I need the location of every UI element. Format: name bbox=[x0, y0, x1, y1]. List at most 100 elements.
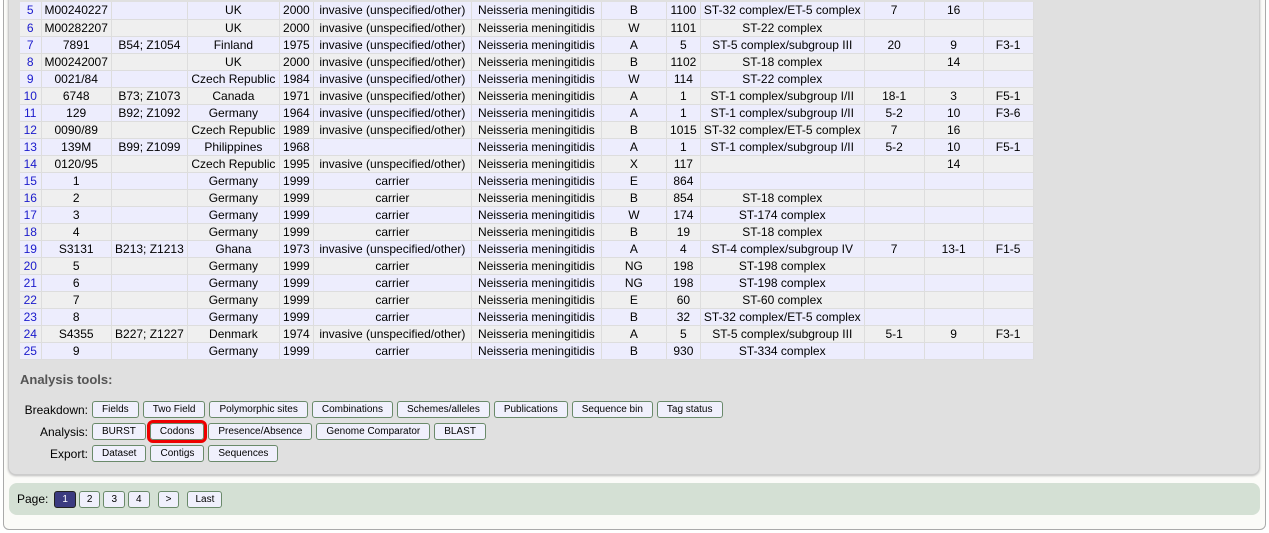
table-cell: Ghana bbox=[187, 240, 280, 258]
table-cell bbox=[111, 70, 188, 88]
table-cell: invasive (unspecified/other) bbox=[313, 325, 472, 343]
table-cell bbox=[111, 53, 188, 71]
table-cell: Neisseria meningitidis bbox=[471, 155, 602, 173]
record-id-link[interactable]: 21 bbox=[20, 274, 42, 292]
table-cell: 4 bbox=[666, 240, 701, 258]
table-cell bbox=[983, 70, 1034, 88]
table-cell: ST-5 complex/subgroup III bbox=[700, 325, 865, 343]
table-cell bbox=[983, 257, 1034, 275]
genome-comparator-button[interactable]: Genome Comparator bbox=[316, 423, 431, 440]
analysis-tools-title: Analysis tools: bbox=[20, 372, 113, 387]
next-page-button[interactable]: > bbox=[157, 490, 180, 508]
table-cell: 7 bbox=[864, 2, 925, 20]
record-id-link[interactable]: 23 bbox=[20, 308, 42, 326]
record-id-link[interactable]: 15 bbox=[20, 172, 42, 190]
table-cell bbox=[924, 172, 984, 190]
table-cell: carrier bbox=[313, 223, 472, 241]
table-cell: 1999 bbox=[279, 308, 314, 326]
table-cell: Neisseria meningitidis bbox=[471, 325, 602, 343]
table-cell: B54; Z1054 bbox=[111, 36, 188, 54]
table-cell bbox=[864, 53, 925, 71]
contigs-button[interactable]: Contigs bbox=[150, 445, 205, 462]
record-id-link[interactable]: 19 bbox=[20, 240, 42, 258]
record-id-link[interactable]: 17 bbox=[20, 206, 42, 224]
dataset-button[interactable]: Dataset bbox=[92, 445, 147, 462]
table-cell bbox=[700, 172, 865, 190]
publications-button[interactable]: Publications bbox=[493, 401, 568, 418]
table-cell: 1984 bbox=[279, 70, 314, 88]
record-id-link[interactable]: 11 bbox=[20, 104, 42, 122]
blast-button[interactable]: BLAST bbox=[434, 423, 486, 440]
table-cell: Germany bbox=[187, 172, 280, 190]
page-3-button[interactable]: 3 bbox=[103, 490, 126, 508]
record-id-link[interactable]: 16 bbox=[20, 189, 42, 207]
record-id-link[interactable]: 9 bbox=[20, 70, 42, 88]
burst-button[interactable]: BURST bbox=[92, 423, 146, 440]
record-id-link[interactable]: 5 bbox=[20, 2, 42, 20]
record-id-link[interactable]: 18 bbox=[20, 223, 42, 241]
table-cell: B227; Z1227 bbox=[111, 325, 188, 343]
page-2-button[interactable]: 2 bbox=[78, 490, 101, 508]
table-cell: ST-4 complex/subgroup IV bbox=[700, 240, 865, 258]
record-id-link[interactable]: 13 bbox=[20, 138, 42, 156]
table-row: 9 0021/84 Czech Republic 1984 invasive (unsp… bbox=[20, 70, 1034, 88]
record-id-link[interactable]: 8 bbox=[20, 53, 42, 71]
table-cell: 7 bbox=[864, 240, 925, 258]
page-4-button[interactable]: 4 bbox=[128, 490, 150, 508]
table-row: 17 3 Germany 1999 carrier Neisseria meningiti… bbox=[20, 206, 1034, 224]
table-cell: 1 bbox=[666, 87, 701, 105]
table-cell: W bbox=[601, 206, 667, 224]
table-cell: carrier bbox=[313, 308, 472, 326]
record-id-link[interactable]: 22 bbox=[20, 291, 42, 309]
table-cell: 1 bbox=[666, 138, 701, 156]
table-cell: carrier bbox=[313, 206, 472, 224]
table-cell: 0120/95 bbox=[41, 155, 112, 173]
presence-absence-button[interactable]: Presence/Absence bbox=[208, 423, 313, 440]
table-cell: 0090/89 bbox=[41, 121, 112, 139]
table-cell: B73; Z1073 bbox=[111, 87, 188, 105]
tag-status-button[interactable]: Tag status bbox=[656, 401, 723, 418]
table-cell: A bbox=[601, 325, 667, 343]
table-cell: invasive (unspecified/other) bbox=[313, 121, 472, 139]
record-id-link[interactable]: 14 bbox=[20, 155, 42, 173]
combinations-button[interactable]: Combinations bbox=[311, 401, 393, 418]
record-id-link[interactable]: 10 bbox=[20, 87, 42, 105]
fields-button[interactable]: Fields bbox=[92, 401, 139, 418]
sequence-bin-button[interactable]: Sequence bin bbox=[571, 401, 653, 418]
table-cell: carrier bbox=[313, 257, 472, 275]
table-cell: 2000 bbox=[279, 53, 314, 71]
last-page-button[interactable]: Last bbox=[187, 490, 223, 508]
table-cell bbox=[864, 206, 925, 224]
record-id-link[interactable]: 7 bbox=[20, 36, 42, 54]
table-cell: 7891 bbox=[41, 36, 112, 54]
table-cell: A bbox=[601, 87, 667, 105]
table-row: 22 7 Germany 1999 carrier Neisseria meningiti… bbox=[20, 291, 1034, 309]
table-cell: 60 bbox=[666, 291, 701, 309]
table-cell bbox=[111, 121, 188, 139]
tool-group-label: Analysis: bbox=[39, 424, 88, 439]
table-cell bbox=[864, 155, 925, 173]
table-row: 8 M00242007 UK 2000 invasive (unspecified/ot… bbox=[20, 53, 1034, 71]
table-cell: 1100 bbox=[666, 2, 701, 20]
table-row: 21 6 Germany 1999 carrier Neisseria meningiti… bbox=[20, 274, 1034, 292]
table-cell: 9 bbox=[41, 342, 112, 360]
schemes-alleles-button[interactable]: Schemes/alleles bbox=[397, 401, 490, 418]
polymorphic-sites-button[interactable]: Polymorphic sites bbox=[209, 401, 308, 418]
record-id-link[interactable]: 12 bbox=[20, 121, 42, 139]
codons-button[interactable]: Codons bbox=[146, 420, 208, 443]
record-id-link[interactable]: 20 bbox=[20, 257, 42, 275]
table-cell: M00240227 bbox=[41, 2, 112, 20]
table-cell: Germany bbox=[187, 308, 280, 326]
table-cell: Canada bbox=[187, 87, 280, 105]
record-id-link[interactable]: 24 bbox=[20, 325, 42, 343]
record-id-link[interactable]: 25 bbox=[20, 342, 42, 360]
record-id-link[interactable]: 6 bbox=[20, 19, 42, 37]
two-field-button[interactable]: Two Field bbox=[142, 401, 206, 418]
page-1-button[interactable]: 1 bbox=[54, 490, 76, 508]
table-cell: 1102 bbox=[666, 53, 701, 71]
table-cell: 0021/84 bbox=[41, 70, 112, 88]
sequences-button[interactable]: Sequences bbox=[208, 445, 279, 462]
table-cell: ST-18 complex bbox=[700, 189, 865, 207]
table-cell: Neisseria meningitidis bbox=[471, 240, 602, 258]
table-cell: E bbox=[601, 291, 667, 309]
